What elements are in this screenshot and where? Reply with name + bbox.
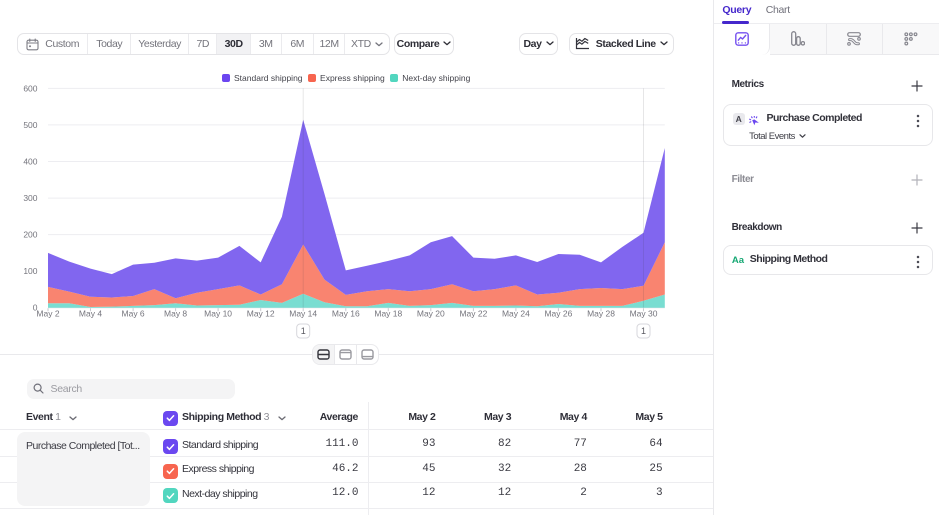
svg-text:May 2: May 2	[36, 309, 59, 319]
svg-text:300: 300	[23, 193, 37, 203]
svg-text:May 4: May 4	[79, 309, 102, 319]
svg-text:May 10: May 10	[204, 309, 232, 319]
svg-text:500: 500	[23, 120, 37, 130]
svg-text:1: 1	[641, 326, 646, 336]
svg-text:1: 1	[301, 326, 306, 336]
svg-text:May 24: May 24	[502, 309, 530, 319]
svg-text:May 26: May 26	[544, 309, 572, 319]
svg-text:May 8: May 8	[164, 309, 187, 319]
svg-text:May 20: May 20	[417, 309, 445, 319]
svg-text:May 22: May 22	[459, 309, 487, 319]
svg-text:May 16: May 16	[332, 309, 360, 319]
svg-text:May 14: May 14	[289, 309, 317, 319]
svg-text:100: 100	[23, 266, 37, 276]
svg-text:200: 200	[23, 230, 37, 240]
svg-text:May 18: May 18	[374, 309, 402, 319]
svg-text:May 6: May 6	[122, 309, 145, 319]
svg-text:May 28: May 28	[587, 309, 615, 319]
svg-text:May 12: May 12	[247, 309, 275, 319]
svg-text:May 30: May 30	[630, 309, 658, 319]
svg-text:400: 400	[23, 157, 37, 167]
svg-text:600: 600	[23, 83, 37, 93]
